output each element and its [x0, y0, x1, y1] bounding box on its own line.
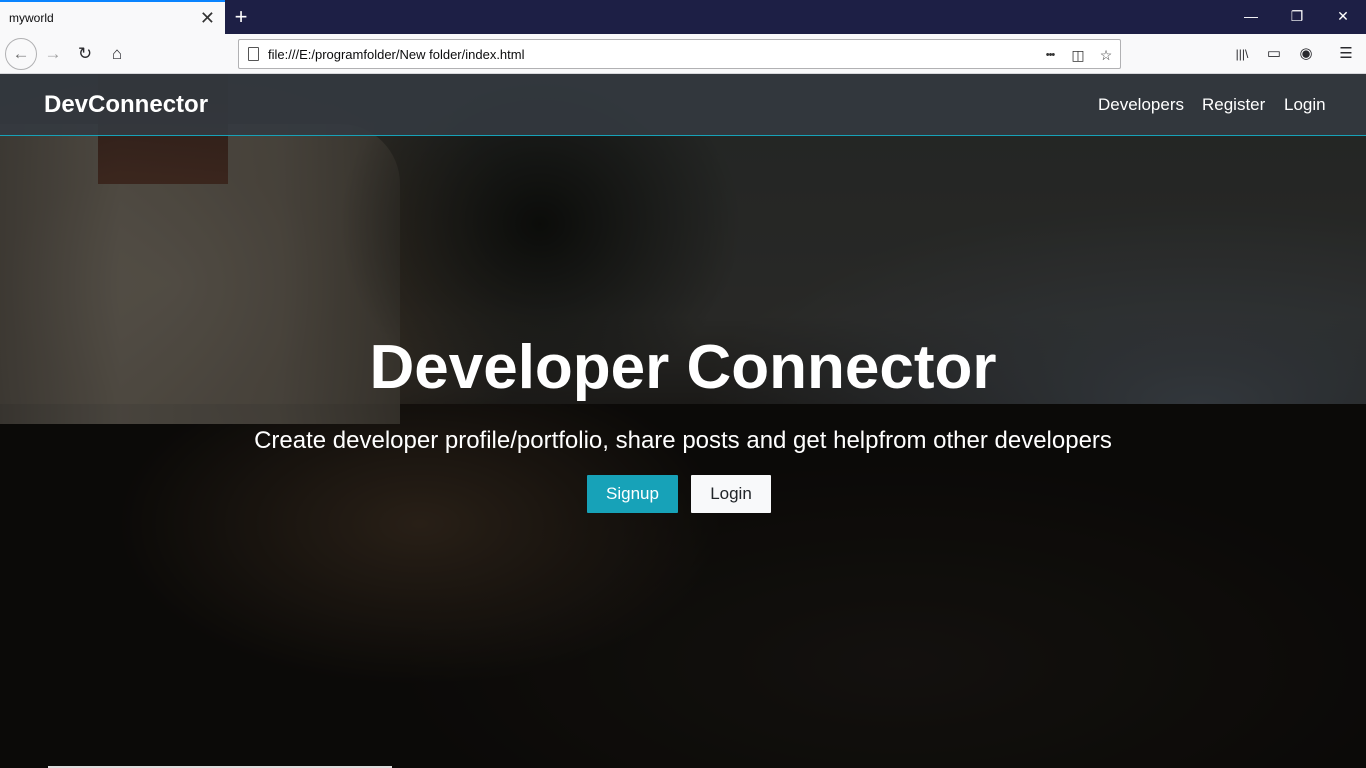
restore-icon[interactable]: ❐	[1274, 0, 1320, 34]
browser-toolbar: ← → ↻ ⌂ file:///E:/programfolder/New fol…	[0, 34, 1366, 74]
tab-title: myworld	[9, 11, 54, 25]
home-icon[interactable]: ⌂	[103, 40, 131, 68]
landing-title: Developer Connector	[369, 333, 997, 402]
reload-icon[interactable]: ↻	[71, 40, 99, 68]
sidebar-icon[interactable]: ▭	[1260, 40, 1288, 68]
tab-strip: myworld ✕ + — ❐ ✕	[0, 0, 1366, 34]
menu-icon[interactable]: ☰	[1332, 40, 1360, 68]
landing-lead: Create developer profile/portfolio, shar…	[254, 427, 1112, 454]
nav-link-register[interactable]: Register	[1202, 95, 1265, 115]
signup-button[interactable]: Signup	[587, 475, 678, 513]
site-navbar: DevConnector Developers Register Login	[0, 74, 1366, 136]
pocket-icon[interactable]: ◫	[1067, 44, 1089, 66]
brand-logo[interactable]: DevConnector	[44, 91, 208, 119]
back-icon[interactable]: ←	[5, 38, 37, 70]
account-icon[interactable]: ◉	[1292, 40, 1320, 68]
url-text[interactable]: file:///E:/programfolder/New folder/inde…	[268, 47, 525, 62]
nav-link-login[interactable]: Login	[1284, 95, 1326, 115]
window-close-icon[interactable]: ✕	[1320, 0, 1366, 34]
nav-link-developers[interactable]: Developers	[1098, 95, 1184, 115]
bookmark-star-icon[interactable]: ☆	[1095, 44, 1117, 66]
active-tab[interactable]: myworld ✕	[0, 0, 225, 34]
minimize-icon[interactable]: —	[1228, 0, 1274, 34]
address-bar[interactable]: file:///E:/programfolder/New folder/inde…	[238, 39, 1121, 69]
page-icon	[248, 47, 259, 61]
dark-overlay	[0, 74, 1366, 768]
new-tab-icon[interactable]: +	[229, 3, 253, 31]
library-icon[interactable]: |||\	[1228, 40, 1256, 68]
forward-icon[interactable]: →	[39, 40, 67, 68]
more-actions-icon[interactable]: •••	[1039, 44, 1061, 66]
login-button[interactable]: Login	[691, 475, 771, 513]
close-tab-icon[interactable]: ✕	[200, 8, 215, 28]
page-viewport: DevConnector Developers Register Login D…	[0, 74, 1366, 768]
